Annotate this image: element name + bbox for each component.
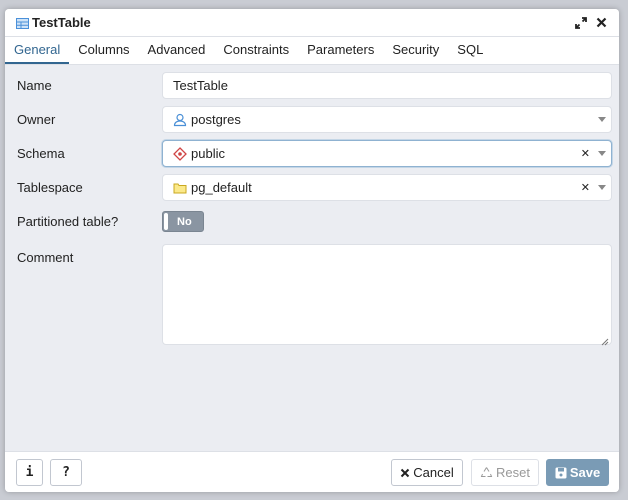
- dialog-titlebar[interactable]: TestTable: [5, 9, 619, 37]
- recycle-icon: [480, 466, 493, 479]
- tab-sql[interactable]: SQL: [448, 37, 492, 64]
- comment-row: Comment: [17, 244, 612, 346]
- tab-general[interactable]: General: [5, 37, 70, 64]
- table-icon: [16, 17, 29, 29]
- dialog-title: TestTable: [32, 15, 91, 30]
- folder-icon: [173, 181, 187, 195]
- tab-constraints[interactable]: Constraints: [214, 37, 298, 64]
- tab-advanced[interactable]: Advanced: [139, 37, 215, 64]
- resize-handle-icon[interactable]: [601, 334, 609, 346]
- comment-textarea[interactable]: [162, 244, 612, 346]
- tab-bar: General Columns Advanced Constraints Par…: [5, 37, 619, 65]
- save-button[interactable]: Save: [546, 459, 609, 486]
- owner-value: postgres: [191, 112, 241, 127]
- owner-label: Owner: [17, 112, 56, 127]
- user-icon: [173, 113, 187, 127]
- reset-label: Reset: [496, 465, 530, 480]
- clear-icon[interactable]: ✕: [581, 181, 590, 194]
- tablespace-value: pg_default: [191, 180, 252, 195]
- general-form: Name TestTable Owner postgres Schema pub: [5, 66, 619, 451]
- toggle-state: No: [177, 215, 192, 228]
- schema-label: Schema: [17, 146, 65, 161]
- close-icon[interactable]: [593, 15, 609, 31]
- dialog-footer: i ? Cancel Reset Save: [5, 451, 619, 492]
- clear-icon[interactable]: ✕: [581, 147, 590, 160]
- comment-label: Comment: [17, 250, 74, 265]
- partitioned-label: Partitioned table?: [17, 214, 119, 229]
- partitioned-toggle[interactable]: No: [162, 211, 204, 232]
- create-table-dialog: TestTable General Columns Advanced Const…: [5, 9, 619, 492]
- chevron-down-icon[interactable]: [598, 185, 606, 190]
- chevron-down-icon[interactable]: [598, 151, 606, 156]
- name-value: TestTable: [173, 78, 228, 93]
- close-icon: [400, 468, 410, 478]
- owner-row: Owner postgres: [17, 106, 612, 133]
- schema-select[interactable]: public ✕: [162, 140, 612, 167]
- info-button[interactable]: i: [16, 459, 43, 486]
- name-input[interactable]: TestTable: [162, 72, 612, 99]
- schema-row: Schema public ✕: [17, 140, 612, 167]
- owner-select[interactable]: postgres: [162, 106, 612, 133]
- tab-parameters[interactable]: Parameters: [298, 37, 383, 64]
- chevron-down-icon[interactable]: [598, 117, 606, 122]
- schema-icon: [173, 146, 187, 161]
- reset-button[interactable]: Reset: [471, 459, 539, 486]
- tablespace-label: Tablespace: [17, 180, 83, 195]
- save-label: Save: [569, 465, 601, 480]
- schema-value: public: [191, 146, 225, 161]
- tab-security[interactable]: Security: [383, 37, 448, 64]
- save-icon: [555, 467, 567, 479]
- expand-icon[interactable]: [573, 15, 589, 31]
- tab-columns[interactable]: Columns: [69, 37, 138, 64]
- toggle-knob: [164, 213, 168, 230]
- partitioned-row: Partitioned table? No: [17, 208, 612, 235]
- help-button[interactable]: ?: [50, 459, 82, 486]
- tablespace-select[interactable]: pg_default ✕: [162, 174, 612, 201]
- name-row: Name TestTable: [17, 72, 612, 99]
- name-label: Name: [17, 78, 52, 93]
- cancel-button[interactable]: Cancel: [391, 459, 463, 486]
- tablespace-row: Tablespace pg_default ✕: [17, 174, 612, 201]
- cancel-label: Cancel: [413, 465, 454, 480]
